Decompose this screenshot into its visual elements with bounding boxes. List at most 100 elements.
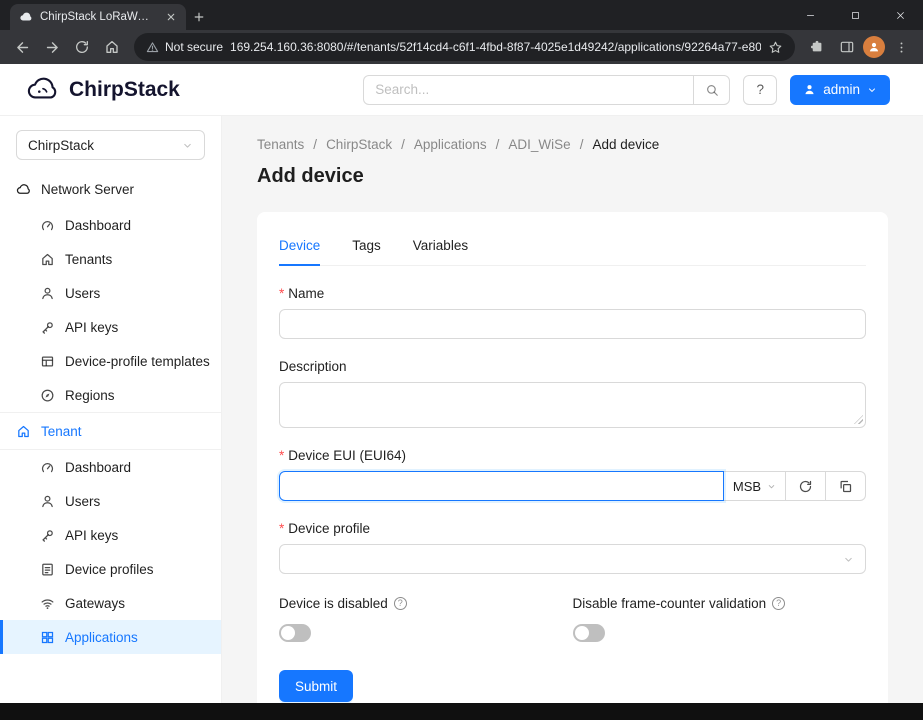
byte-order-select[interactable]: MSB [724,471,786,501]
tab-device[interactable]: Device [279,230,320,266]
sidebar-item-tenant-api-keys[interactable]: API keys [0,518,221,552]
field-label-text: Device is disabled [279,596,388,611]
browser-menu-button[interactable] [887,33,915,61]
side-panel-button[interactable] [833,33,861,61]
sidebar-item-device-profile-templates[interactable]: Device-profile templates [0,344,221,378]
breadcrumb-separator: / [313,137,317,152]
security-chip[interactable]: Not secure [146,40,223,54]
key-icon [40,320,55,335]
home-icon [16,424,31,439]
help-button[interactable]: ? [743,75,777,105]
forward-arrow-icon [44,39,61,56]
breadcrumb-separator: / [401,137,405,152]
table-icon [40,354,55,369]
home-icon [40,252,55,267]
dev-eui-label: * Device EUI (EUI64) [279,448,866,463]
new-tab-button[interactable] [186,4,212,30]
tab-close-icon[interactable] [163,9,179,25]
required-mark: * [279,449,284,463]
sidebar-item-regions[interactable]: Regions [0,378,221,412]
back-arrow-icon [14,39,31,56]
sidebar-item-label: Dashboard [65,218,131,233]
tab-variables[interactable]: Variables [413,230,468,265]
extensions-button[interactable] [803,33,831,61]
tenant-selector[interactable]: ChirpStack [16,130,205,160]
minimize-icon [805,10,816,21]
key-icon [40,528,55,543]
reload-button[interactable] [68,33,96,61]
breadcrumb-tenant-chirpstack[interactable]: ChirpStack [326,137,392,152]
copy-eui-button[interactable] [826,471,866,501]
sidebar-item-label: API keys [65,528,118,543]
byte-order-value: MSB [733,479,761,494]
generate-random-eui-button[interactable] [786,471,826,501]
required-mark: * [279,287,284,301]
plus-icon [192,10,206,24]
field-label-text: Disable frame-counter validation [573,596,767,611]
close-icon [895,10,906,21]
sidebar-menu: Network Server Dashboard Tenants Users A… [0,170,221,654]
global-search [363,75,730,105]
window-maximize-button[interactable] [833,0,878,30]
app-header: ChirpStack ? admin [0,64,923,116]
device-disabled-label: Device is disabled ? [279,596,573,611]
sidebar-item-ns-users[interactable]: Users [0,276,221,310]
dev-eui-input[interactable] [279,471,724,501]
description-textarea[interactable] [279,382,866,428]
brand-name: ChirpStack [69,78,180,102]
info-circle-icon[interactable]: ? [394,597,407,610]
sidebar-item-ns-dashboard[interactable]: Dashboard [0,208,221,242]
security-label: Not secure [165,40,223,54]
field-label-text: Description [279,359,347,374]
device-disabled-toggle[interactable] [279,624,311,642]
bottom-bar [0,703,923,720]
sidebar-item-tenant-dashboard[interactable]: Dashboard [0,450,221,484]
chirpstack-logo[interactable]: ChirpStack [26,73,180,107]
browser-window: ChirpStack LoRaWAN® Network Server [0,0,923,720]
sidebar-item-label: Tenants [65,252,112,267]
bookmark-star-icon[interactable] [768,40,783,55]
name-input[interactable] [279,309,866,339]
back-button[interactable] [8,33,36,61]
frame-counter-label: Disable frame-counter validation ? [573,596,867,611]
sidebar-item-ns-tenants[interactable]: Tenants [0,242,221,276]
sidebar-item-device-profiles[interactable]: Device profiles [0,552,221,586]
tab-bar: Device Tags Variables [279,230,866,266]
search-icon [705,83,719,97]
submit-button[interactable]: Submit [279,670,353,702]
profile-person-icon [867,40,881,54]
home-button[interactable] [98,33,126,61]
warning-triangle-icon [146,41,159,54]
cloud-icon [16,182,31,197]
user-icon [40,286,55,301]
breadcrumb-tenants[interactable]: Tenants [257,137,304,152]
search-input[interactable] [363,75,693,105]
main-content: Tenants / ChirpStack / Applications / AD… [222,116,923,703]
tenant-selector-value: ChirpStack [28,138,94,153]
sidebar-item-applications[interactable]: Applications [0,620,221,654]
admin-menu-button[interactable]: admin [790,75,890,105]
breadcrumb-application-adi-wise[interactable]: ADI_WiSe [508,137,570,152]
forward-button[interactable] [38,33,66,61]
address-bar[interactable]: Not secure 169.254.160.36:8080/#/tenants… [134,33,795,61]
browser-tab[interactable]: ChirpStack LoRaWAN® Network Server [10,4,186,30]
breadcrumb-applications[interactable]: Applications [414,137,487,152]
device-profile-select[interactable] [279,544,866,574]
frame-counter-toggle[interactable] [573,624,605,642]
menu-group-tenant: Tenant [0,412,221,450]
window-close-button[interactable] [878,0,923,30]
refresh-icon [798,479,813,494]
required-mark: * [279,522,284,536]
sidebar-item-tenant-users[interactable]: Users [0,484,221,518]
tab-tags[interactable]: Tags [352,230,381,265]
sidebar-item-gateways[interactable]: Gateways [0,586,221,620]
window-minimize-button[interactable] [788,0,833,30]
description-label: Description [279,359,866,374]
sidebar-item-label: Users [65,494,100,509]
sidebar-item-ns-api-keys[interactable]: API keys [0,310,221,344]
search-button[interactable] [693,75,730,105]
browser-profile-avatar[interactable] [863,36,885,58]
device-profile-label: * Device profile [279,521,866,536]
tab-title: ChirpStack LoRaWAN® Network Server [40,11,156,23]
info-circle-icon[interactable]: ? [772,597,785,610]
